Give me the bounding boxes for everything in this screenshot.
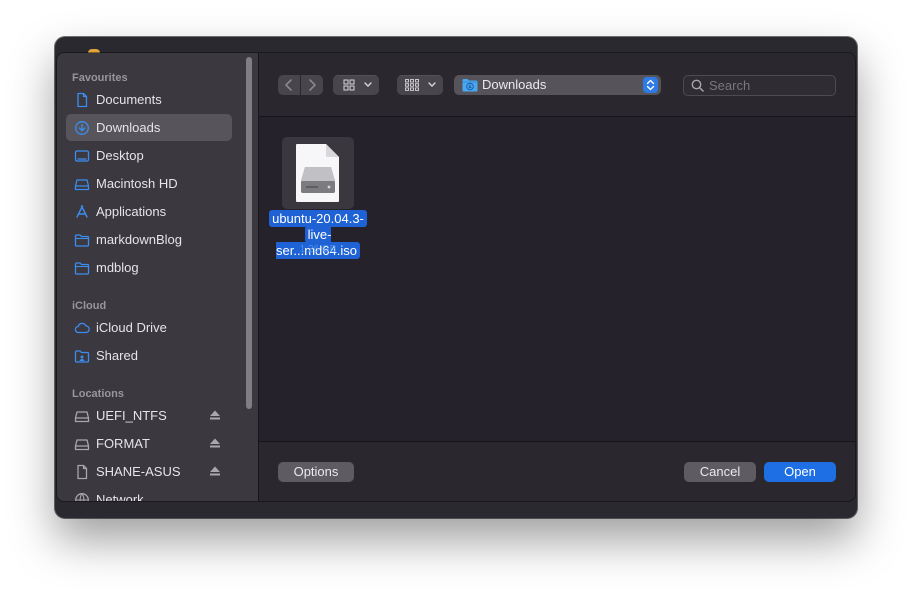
open-button[interactable]: Open [764,462,836,482]
sidebar-item-label: Downloads [96,120,161,135]
dialog-footer: Options Cancel Open [259,441,855,501]
sidebar-item-format[interactable]: FORMAT [66,430,232,457]
location-label: Downloads [482,77,547,92]
sidebar-item-network[interactable]: Network [66,486,232,501]
sidebar-item-label: Applications [96,204,167,219]
sidebar-item-label: Shared [96,348,138,363]
file-size-label: 1.26 GB [299,244,337,255]
file-name-line-1: ubuntu-20.04.3- [269,210,367,227]
sidebar-heading-favourites: Favourites [72,72,128,84]
sidebar-item-label: Documents [96,92,162,107]
chevron-left-icon [285,79,292,91]
sidebar-item-shared[interactable]: Shared [66,342,232,369]
sidebar-item-icloud-drive[interactable]: iCloud Drive [66,314,232,341]
sidebar-item-label: mdblog [96,260,139,275]
sidebar-item-label: markdownBlog [96,232,182,247]
sidebar-item-markdownblog[interactable]: markdownBlog [66,226,232,253]
sidebar-item-desktop[interactable]: Desktop [66,142,232,169]
back-button[interactable] [278,75,300,95]
view-mode-button[interactable] [333,75,379,95]
open-file-dialog: Favourites Documents Downloads Desktop M… [57,53,855,501]
sidebar-item-applications[interactable]: Applications [66,198,232,225]
sidebar-item-macintosh-hd[interactable]: Macintosh HD [66,170,232,197]
sidebar-item-downloads[interactable]: Downloads [66,114,232,141]
eject-icon[interactable] [209,437,221,449]
network-icon [75,493,89,501]
sidebar-item-label: UEFI_NTFS [96,408,167,423]
location-popup[interactable]: Downloads [454,75,661,95]
sidebar-item-shane-asus[interactable]: SHANE-ASUS [66,458,232,485]
sidebar-item-documents[interactable]: Documents [66,86,232,113]
toolbar: Downloads [259,53,855,117]
sidebar-item-label: Network [96,492,144,501]
sidebar-heading-icloud: iCloud [72,300,107,312]
eject-icon[interactable] [209,465,221,477]
file-browser[interactable]: ubuntu-20.04.3- live-ser...md64.iso 1.26… [259,117,855,440]
drive-icon [74,439,90,451]
desktop-icon [74,150,90,162]
sidebar-item-mdblog[interactable]: mdblog [66,254,232,281]
downloads-folder-icon [462,79,478,92]
group-grid-icon [405,79,419,91]
search-field[interactable] [683,75,836,96]
popup-stepper [643,77,658,93]
sidebar-heading-locations: Locations [72,388,124,400]
search-icon [691,79,704,92]
chevron-down-icon [364,82,372,87]
sidebar[interactable]: Favourites Documents Downloads Desktop M… [57,53,259,501]
drive-icon [74,411,90,423]
disk-image-file-icon [296,144,339,202]
eject-icon[interactable] [209,409,221,421]
group-by-button[interactable] [397,75,443,95]
up-down-chevron-icon [646,79,655,91]
chevron-right-icon [309,79,316,91]
sidebar-item-label: SHANE-ASUS [96,464,181,479]
file-item[interactable]: ubuntu-20.04.3- live-ser...md64.iso 1.26… [259,117,379,262]
shared-folder-icon [74,350,90,363]
forward-button[interactable] [301,75,323,95]
sidebar-item-uefi-ntfs[interactable]: UEFI_NTFS [66,402,232,429]
drive-icon [74,179,90,191]
options-button[interactable]: Options [278,462,354,482]
sidebar-item-label: Desktop [96,148,144,163]
icon-view-icon [343,79,355,91]
applications-icon [76,205,88,218]
folder-icon [74,262,90,275]
search-input[interactable] [709,77,829,93]
chevron-down-icon [428,82,436,87]
download-icon [75,121,89,135]
cloud-icon [74,322,90,334]
folder-icon [74,234,90,247]
sidebar-item-label: FORMAT [96,436,150,451]
sidebar-item-label: iCloud Drive [96,320,167,335]
sidebar-scrollbar[interactable] [246,57,252,409]
cancel-button[interactable]: Cancel [684,462,756,482]
sidebar-item-label: Macintosh HD [96,176,178,191]
document-icon [77,464,88,480]
document-icon [77,92,88,108]
file-thumbnail[interactable] [282,137,354,209]
